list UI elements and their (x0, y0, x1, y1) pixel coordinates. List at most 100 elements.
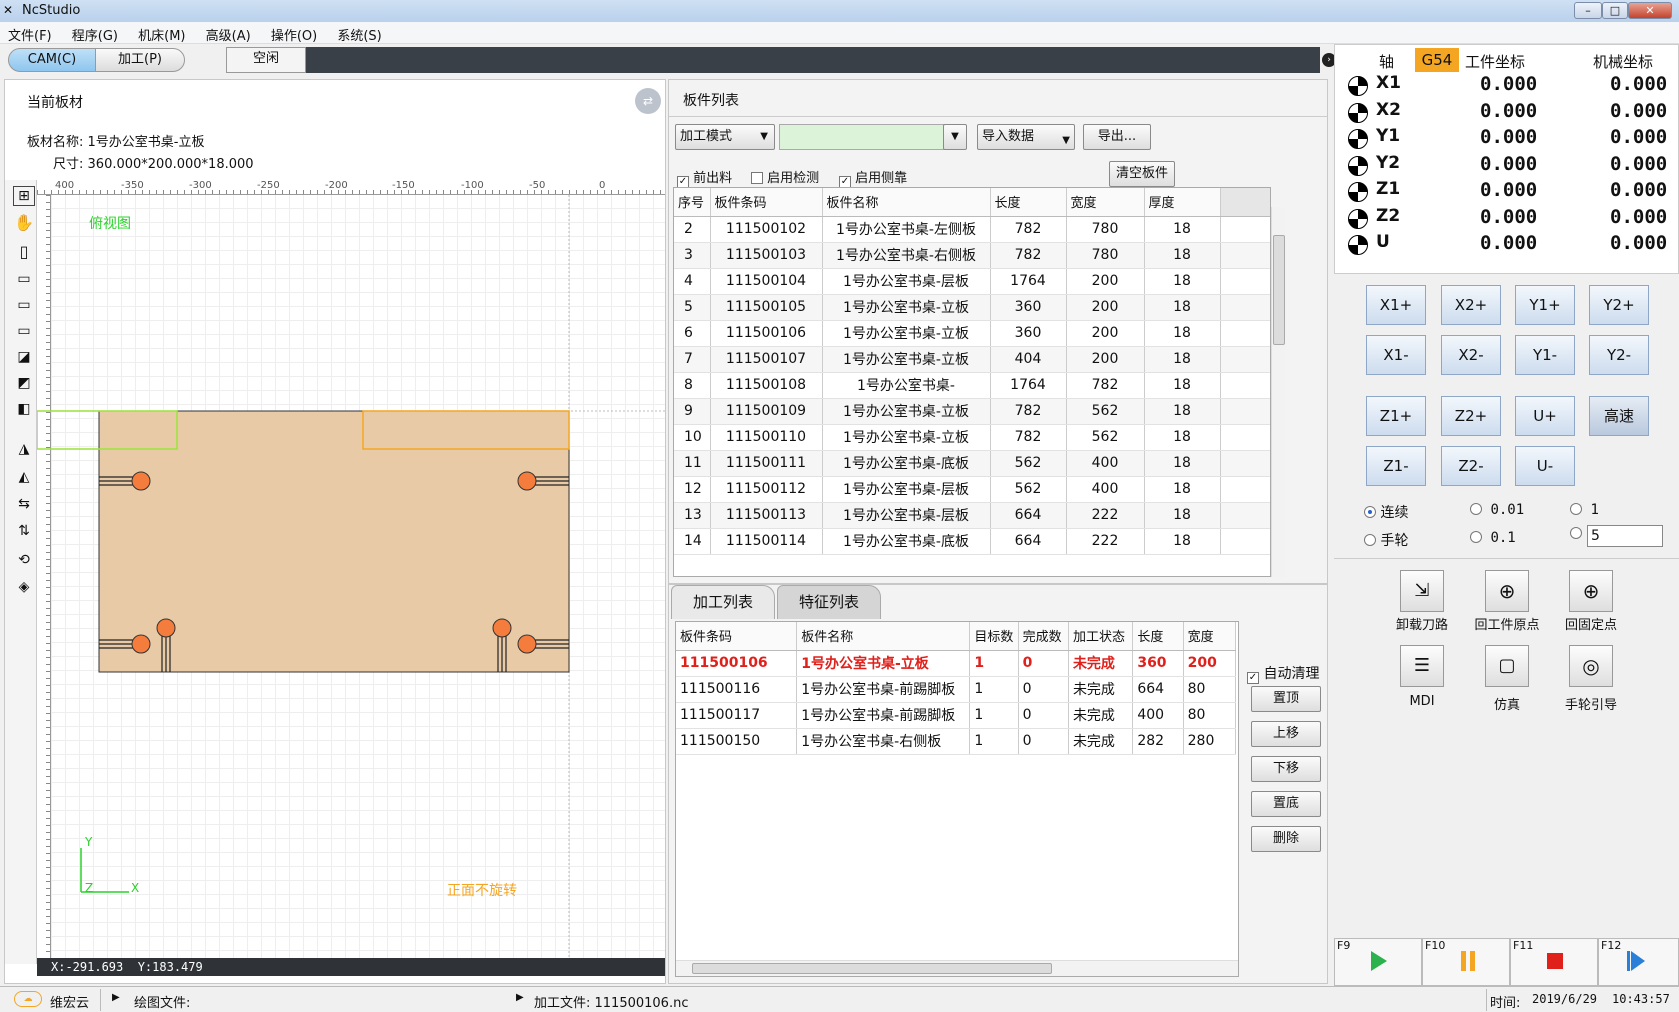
start-button[interactable]: F9 (1334, 938, 1422, 986)
tab-process[interactable]: 加工(P) (95, 48, 185, 72)
step-1[interactable]: 1 (1570, 502, 1599, 518)
scrollbar-thumb[interactable] (692, 963, 1052, 974)
column-header[interactable]: 加工状态 (1068, 622, 1134, 651)
pan-hand-icon[interactable]: ✋ (13, 213, 35, 233)
column-header[interactable]: 长度 (1132, 622, 1184, 651)
barcode-dropdown[interactable]: ▼ (943, 124, 967, 150)
tab-feature-list[interactable]: 特征列表 (777, 585, 881, 619)
mirror-h-icon[interactable]: ◮ (13, 441, 35, 461)
jog-y1-minus-button[interactable]: Y1- (1515, 335, 1575, 375)
column-header[interactable]: 厚度 (1144, 188, 1221, 217)
column-header[interactable]: 目标数 (969, 622, 1019, 651)
simulate-button[interactable]: ▢ (1485, 645, 1529, 687)
reset-icon[interactable]: ⟲ (13, 552, 35, 572)
layers-icon[interactable]: ◈ (13, 579, 35, 599)
jog-z2-minus-button[interactable]: Z2- (1441, 446, 1501, 486)
auto-clean-option[interactable]: ✓ 自动清理 (1247, 663, 1319, 684)
delete-button[interactable]: 删除 (1251, 826, 1321, 852)
stop-button[interactable]: F11 (1510, 938, 1598, 986)
table-row[interactable]: 111500117 1号办公室书桌-前踢脚板 1 0 未完成 400 80 (676, 702, 1237, 729)
mode-continuous[interactable]: 连续 (1364, 502, 1408, 522)
view-left-icon[interactable]: ◪ (13, 349, 35, 369)
option-front-out[interactable]: ✓ 前出料 (677, 167, 732, 188)
work-origin-button[interactable]: ⊕ (1485, 570, 1529, 612)
process-table-hscroll[interactable] (676, 960, 1238, 976)
board-table-scrollbar[interactable] (1271, 207, 1285, 577)
option-side[interactable]: ✓ 启用侧靠 (839, 167, 907, 188)
column-header[interactable]: 板件条码 (710, 188, 823, 217)
column-header[interactable]: 完成数 (1018, 622, 1069, 651)
tab-process-list[interactable]: 加工列表 (671, 585, 775, 619)
rotate-icon[interactable]: ⇆ (13, 496, 35, 516)
column-header[interactable]: 板件名称 (796, 622, 971, 651)
table-row[interactable]: 11 111500111 1号办公室书桌-底板 562 400 18 (674, 450, 1270, 477)
cloud-label[interactable]: 维宏云 (50, 992, 89, 1011)
mode-handwheel[interactable]: 手轮 (1364, 530, 1408, 550)
view-front-icon[interactable]: ▭ (13, 297, 35, 317)
view-right-icon[interactable]: ◩ (13, 375, 35, 395)
move-top-button[interactable]: 置顶 (1251, 686, 1321, 712)
tab-cam[interactable]: CAM(C) (8, 48, 96, 72)
table-row[interactable]: 6 111500106 1号办公室书桌-立板 360 200 18 (674, 320, 1270, 347)
view-iso-icon[interactable]: ◧ (13, 401, 35, 421)
view-top-icon[interactable]: ▭ (13, 271, 35, 291)
table-row[interactable]: 111500150 1号办公室书桌-右侧板 1 0 未完成 282 280 (676, 728, 1237, 755)
table-row[interactable]: 8 111500108 1号办公室书桌- 1764 782 18 (674, 372, 1270, 399)
step-custom[interactable] (1570, 526, 1582, 542)
close-button[interactable]: ✕ (1628, 2, 1672, 19)
collapse-icon[interactable]: ⇄ (635, 88, 661, 114)
table-row[interactable]: 9 111500109 1号办公室书桌-立板 782 562 18 (674, 398, 1270, 425)
jog-z1-plus-button[interactable]: Z1+ (1366, 396, 1426, 436)
table-row[interactable]: 5 111500105 1号办公室书桌-立板 360 200 18 (674, 294, 1270, 321)
step-custom-input[interactable]: 5 (1587, 525, 1663, 547)
pause-button[interactable]: F10 (1422, 938, 1510, 986)
menu-system[interactable]: 系统(S) (329, 22, 389, 44)
table-row[interactable]: 3 111500103 1号办公室书桌-右侧板 782 780 18 (674, 242, 1270, 269)
column-header[interactable]: 序号 (674, 188, 711, 217)
mirror-v-icon[interactable]: ◭ (13, 469, 35, 489)
menu-advanced[interactable]: 高级(A) (198, 22, 259, 44)
scrollbar-thumb[interactable] (1273, 235, 1285, 345)
mdi-button[interactable]: ☰ (1400, 645, 1444, 687)
handwheel-guide-button[interactable]: ◎ (1569, 645, 1613, 687)
column-header[interactable]: 长度 (990, 188, 1067, 217)
jog-u-minus-button[interactable]: U- (1515, 446, 1575, 486)
barcode-input[interactable] (779, 124, 965, 150)
mode-select[interactable]: 加工模式 ▼ (675, 124, 775, 150)
option-detect[interactable]: 启用检测 (751, 167, 819, 186)
unload-toolpath-button[interactable]: ⇲ (1400, 570, 1444, 612)
step-01[interactable]: 0.1 (1470, 530, 1516, 546)
zoom-fit-icon[interactable]: ⊞ (13, 186, 35, 206)
table-row[interactable]: 111500106 1号办公室书桌-立板 1 0 未完成 360 200 (676, 650, 1237, 677)
export-button[interactable]: 导出... (1083, 124, 1151, 150)
table-row[interactable]: 7 111500107 1号办公室书桌-立板 404 200 18 (674, 346, 1270, 373)
move-down-button[interactable]: 下移 (1251, 756, 1321, 782)
drawing-canvas[interactable]: 400 -350 -300 -250 -200 -150 -100 -50 0 … (37, 180, 665, 958)
column-header[interactable]: 宽度 (1066, 188, 1145, 217)
minimize-button[interactable]: – (1574, 2, 1602, 19)
menu-program[interactable]: 程序(G) (64, 22, 126, 44)
jog-x1-minus-button[interactable]: X1- (1366, 335, 1426, 375)
table-row[interactable]: 111500116 1号办公室书桌-前踢脚板 1 0 未完成 664 80 (676, 676, 1237, 703)
table-row[interactable]: 4 111500104 1号办公室书桌-层板 1764 200 18 (674, 268, 1270, 295)
high-speed-button[interactable]: 高速 (1589, 396, 1649, 436)
table-row[interactable]: 10 111500110 1号办公室书桌-立板 782 562 18 (674, 424, 1270, 451)
import-data-button[interactable]: 导入数据 ▼ (977, 124, 1075, 150)
jog-y1-plus-button[interactable]: Y1+ (1515, 285, 1575, 325)
menu-machine[interactable]: 机床(M) (130, 22, 193, 44)
step-button[interactable]: F12 (1598, 938, 1679, 986)
move-bottom-button[interactable]: 置底 (1251, 791, 1321, 817)
view-side-icon[interactable]: ▭ (13, 323, 35, 343)
table-row[interactable]: 12 111500112 1号办公室书桌-层板 562 400 18 (674, 476, 1270, 503)
jog-z1-minus-button[interactable]: Z1- (1366, 446, 1426, 486)
column-header[interactable]: 板件条码 (676, 622, 798, 651)
table-row[interactable]: 14 111500114 1号办公室书桌-底板 664 222 18 (674, 528, 1270, 555)
jog-x2-minus-button[interactable]: X2- (1441, 335, 1501, 375)
jog-x1-plus-button[interactable]: X1+ (1366, 285, 1426, 325)
jog-z2-plus-button[interactable]: Z2+ (1441, 396, 1501, 436)
jog-y2-minus-button[interactable]: Y2- (1589, 335, 1649, 375)
jog-u-plus-button[interactable]: U+ (1515, 396, 1575, 436)
column-header[interactable]: 宽度 (1183, 622, 1237, 651)
menu-file[interactable]: 文件(F) (0, 22, 60, 44)
menu-operation[interactable]: 操作(O) (263, 22, 325, 44)
